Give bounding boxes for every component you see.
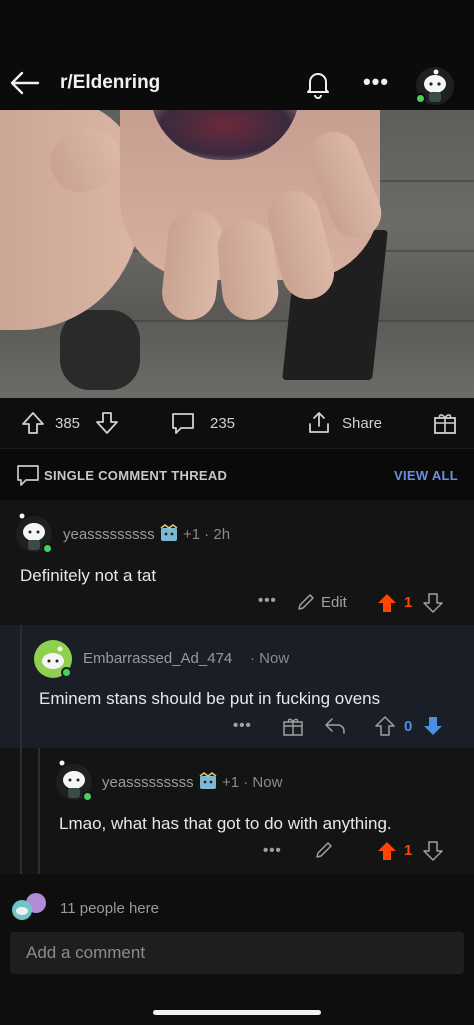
award-gift-icon[interactable] [432,398,458,448]
more-options-icon[interactable]: ••• [258,592,277,609]
flair-icon [198,772,218,797]
subreddit-title[interactable]: r/Eldenring [60,72,160,94]
post-action-bar: 385 235 Share [0,398,474,448]
comment-text: Definitely not a tat [20,566,157,585]
people-here-avatars [10,892,50,922]
more-options-icon[interactable]: ••• [263,842,282,859]
add-comment-placeholder: Add a comment [26,943,146,962]
downvote-button[interactable] [422,840,444,867]
comment-username[interactable]: yeasssssssss [102,774,194,791]
downvote-button[interactable] [94,398,120,448]
comment-score: 1 [404,594,413,611]
comment: yeasssssssss +1 · 2h Definitely not a ta… [0,500,474,625]
online-indicator [82,791,93,802]
bell-icon[interactable] [302,68,334,100]
avatar[interactable] [53,756,95,802]
comment: yeasssssssss +1 · Now Lmao, what has tha… [0,748,474,874]
award-gift-icon[interactable] [282,715,304,742]
back-arrow-icon[interactable] [8,66,42,100]
thread-line [20,748,22,874]
edit-label[interactable]: Edit [321,594,347,611]
home-indicator [153,1010,321,1015]
comment-bubble-icon [16,463,40,492]
upvote-button[interactable] [374,715,396,742]
comment-count[interactable]: 235 [210,398,235,448]
user-avatar[interactable] [414,66,456,106]
post-image[interactable] [0,110,474,398]
single-comment-thread-bar: SINGLE COMMENT THREAD VIEW ALL [0,448,474,500]
add-comment-input[interactable]: Add a comment [10,932,464,974]
more-options-icon[interactable]: ••• [233,717,252,734]
avatar[interactable] [33,639,73,679]
comment-meta: · Now [250,650,290,667]
downvote-button[interactable] [422,592,444,619]
comment-score: 1 [404,842,413,859]
comment-meta: +1 · Now [222,774,283,791]
avatar[interactable] [14,510,54,554]
reply-icon[interactable] [324,715,346,742]
comment-text: Lmao, what has that got to do with anyth… [59,814,392,833]
edit-pencil-icon[interactable] [314,840,334,865]
online-indicator [415,93,426,104]
upvote-button[interactable] [376,592,398,619]
comment-score: 0 [404,718,413,735]
more-options-icon[interactable]: ••• [360,70,392,98]
comment-meta: +1 · 2h [183,526,231,543]
comment-highlighted: Embarrassed_Ad_474 · Now Eminem stans sh… [0,625,474,748]
share-icon[interactable] [306,398,332,448]
thread-line [38,748,40,874]
comment-username[interactable]: yeasssssssss [63,526,155,543]
comment-username[interactable]: Embarrassed_Ad_474 [83,650,232,667]
thread-line [20,625,22,748]
online-indicator [61,667,72,678]
downvote-button[interactable] [422,715,444,742]
edit-pencil-icon[interactable] [296,592,316,617]
view-all-link[interactable]: VIEW ALL [394,468,458,483]
comment-text: Eminem stans should be put in fucking ov… [39,689,381,708]
thread-label: SINGLE COMMENT THREAD [44,468,228,483]
top-bar: r/Eldenring ••• [0,0,474,110]
upvote-count: 385 [55,414,81,432]
people-here-count: 11 people here [60,900,159,917]
upvote-button[interactable] [376,840,398,867]
comment-icon[interactable] [170,398,196,448]
share-label[interactable]: Share [342,398,382,448]
online-indicator [42,543,53,554]
comment-composer-area: 11 people here Add a comment [0,874,474,1025]
flair-icon [159,524,179,549]
upvote-button[interactable] [20,398,46,448]
